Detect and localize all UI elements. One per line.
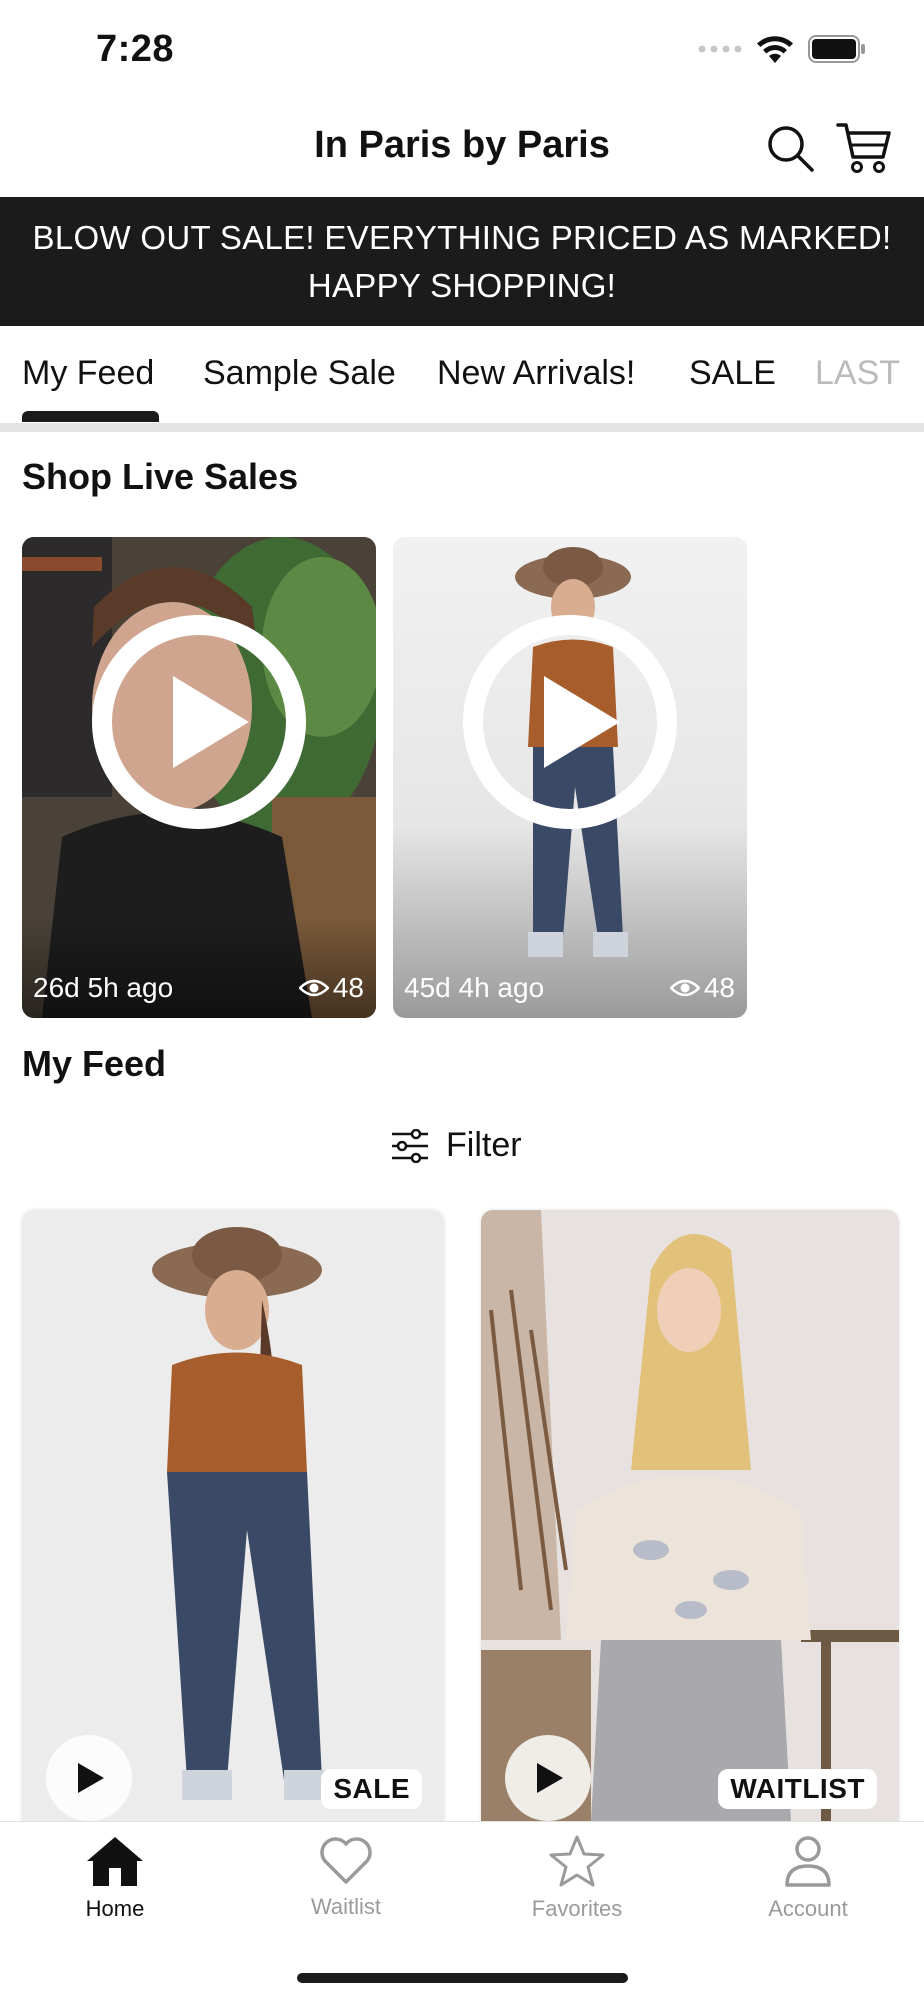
- eye-icon: [669, 979, 700, 997]
- cart-button[interactable]: [834, 118, 894, 178]
- live-sale-views: 48: [669, 972, 735, 1004]
- nav-waitlist[interactable]: Waitlist: [266, 1834, 426, 1920]
- search-button[interactable]: [760, 118, 820, 178]
- filter-label: Filter: [446, 1126, 522, 1164]
- product-image: [22, 1210, 444, 1821]
- star-icon: [549, 1835, 605, 1887]
- nav-label: Home: [85, 1896, 145, 1921]
- active-tab-indicator: [22, 411, 159, 422]
- product-video-play-button[interactable]: [505, 1735, 591, 1821]
- tab-my-feed[interactable]: My Feed: [22, 354, 154, 393]
- tab-sample-sale[interactable]: Sample Sale: [203, 354, 396, 393]
- tabs-divider: [0, 423, 924, 432]
- nav-label: Account: [768, 1896, 848, 1921]
- nav-account[interactable]: Account: [728, 1834, 888, 1922]
- play-icon: [537, 1763, 563, 1793]
- feed-title: My Feed: [22, 1043, 167, 1084]
- person-icon: [785, 1836, 831, 1887]
- search-icon: [768, 126, 814, 172]
- banner-line-2: HAPPY SHOPPING!: [307, 266, 617, 304]
- play-icon: [78, 1763, 104, 1793]
- live-sale-age: 45d 4h ago: [404, 972, 545, 1003]
- live-sale-card[interactable]: 26d 5h ago 48: [22, 537, 376, 1018]
- status-bar: 7:28: [0, 0, 924, 100]
- status-icons: [698, 34, 866, 64]
- waitlist-badge: WAITLIST: [718, 1769, 877, 1809]
- wifi-icon: [757, 36, 793, 63]
- play-icon: [463, 615, 677, 829]
- live-sale-view-count: 48: [703, 972, 735, 1003]
- banner-line-1: BLOW OUT SALE! EVERYTHING PRICED AS MARK…: [32, 218, 892, 256]
- live-sale-card[interactable]: 45d 4h ago 48: [393, 537, 747, 1018]
- live-sale-view-count: 48: [332, 972, 364, 1003]
- battery-icon: [808, 35, 865, 63]
- nav-label: Waitlist: [310, 1894, 382, 1919]
- live-sales-title: Shop Live Sales: [22, 456, 299, 497]
- category-tabs: My Feed Sample Sale New Arrivals! SALE L…: [0, 326, 924, 426]
- tab-sale[interactable]: SALE: [689, 354, 776, 393]
- tab-new-arrivals[interactable]: New Arrivals!: [437, 354, 635, 393]
- play-icon: [92, 615, 306, 829]
- nav-label: Favorites: [531, 1896, 623, 1921]
- live-sale-age: 26d 5h ago: [33, 972, 174, 1003]
- home-indicator: [297, 1973, 628, 1983]
- nav-favorites[interactable]: Favorites: [497, 1834, 657, 1922]
- product-card[interactable]: SALE: [22, 1210, 444, 1821]
- live-sale-views: 48: [298, 972, 364, 1004]
- product-image: [481, 1210, 899, 1821]
- product-card[interactable]: WAITLIST: [481, 1210, 899, 1821]
- eye-icon: [298, 979, 329, 997]
- cart-icon: [836, 123, 891, 173]
- status-time: 7:28: [96, 28, 175, 70]
- filter-icon: [392, 1128, 428, 1163]
- nav-home[interactable]: Home: [35, 1834, 195, 1922]
- tab-last[interactable]: LAST: [815, 354, 900, 393]
- home-icon: [87, 1837, 143, 1886]
- app-header: In Paris by Paris: [0, 100, 924, 197]
- heart-icon: [320, 1837, 372, 1884]
- sale-badge: SALE: [321, 1769, 422, 1809]
- signal-icon: [698, 45, 742, 53]
- product-video-play-button[interactable]: [46, 1735, 132, 1821]
- filter-button[interactable]: Filter: [390, 1126, 522, 1165]
- announcement-banner: BLOW OUT SALE! EVERYTHING PRICED AS MARK…: [0, 197, 924, 326]
